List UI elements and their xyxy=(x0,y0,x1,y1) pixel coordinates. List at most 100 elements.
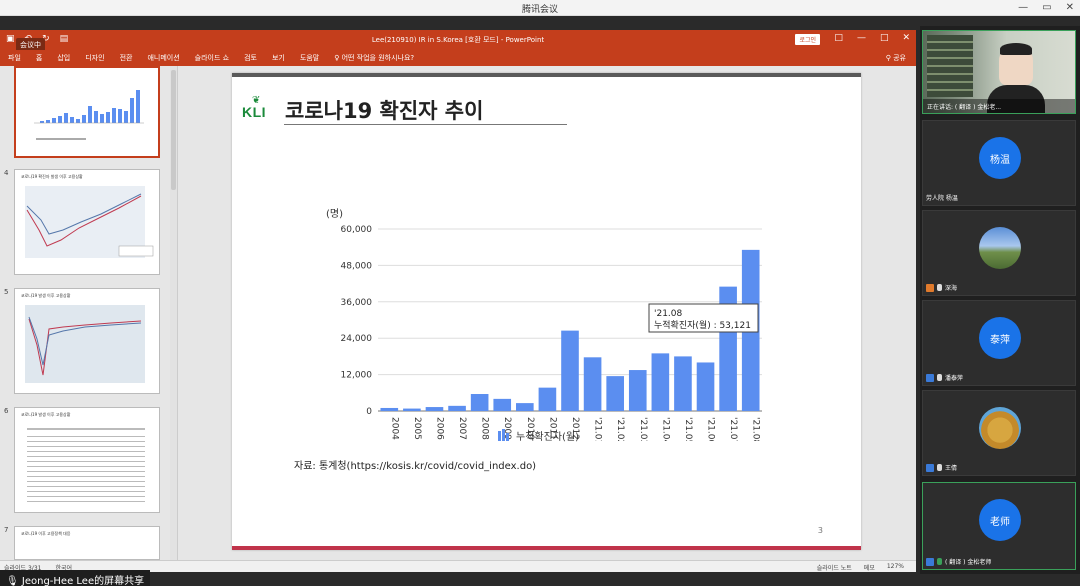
legend-label: 누적확진자(월) xyxy=(516,431,579,443)
thumbnail-slide-6[interactable]: 코로나19 발생 이후 고용상황 xyxy=(14,407,160,513)
tab-file[interactable]: 파일 xyxy=(8,53,21,63)
bar xyxy=(425,407,444,411)
tab-slideshow[interactable]: 슬라이드 쇼 xyxy=(195,53,229,63)
thumbnail-title-7: 코로나19 이후 고용정책 대응 xyxy=(21,531,71,536)
thumbnail-slide-4[interactable]: 코로나19 확진자 발생 이후 고용상황 xyxy=(14,169,160,275)
slide-page-number: 3 xyxy=(817,526,823,535)
y-tick-label: 48,000 xyxy=(341,261,373,271)
ribbon-display-icon[interactable]: □ xyxy=(834,33,843,43)
x-tick-label: '21.02 xyxy=(615,417,625,441)
y-tick-label: 60,000 xyxy=(341,225,373,235)
window-titlebar: 腾讯会议 — ▭ ✕ xyxy=(0,0,1080,16)
x-tick-label: '21.06 xyxy=(706,417,716,441)
participant-tile-5[interactable]: 老师 ( 翻译 ) 金松老师 xyxy=(922,482,1076,570)
bar xyxy=(493,398,512,411)
bookshelf-background xyxy=(927,35,973,97)
comments-button[interactable]: 메모 xyxy=(864,563,875,572)
tab-transitions[interactable]: 전환 xyxy=(120,53,133,63)
participant-avatar-5: 老师 xyxy=(979,499,1021,541)
chart-y-ticks: 0 12,000 24,000 36,000 48,000 60,000 xyxy=(341,225,373,417)
legend-bar-3 xyxy=(506,433,509,441)
share-label: 공유 xyxy=(893,54,906,62)
thumbnail-scroll-knob[interactable] xyxy=(171,70,176,190)
bar xyxy=(696,362,715,411)
confirmed-cases-chart: 0 12,000 24,000 36,000 48,000 60,000 2004 2005… xyxy=(326,208,762,441)
tab-design[interactable]: 디자인 xyxy=(85,53,104,63)
tell-me-label: 어떤 작업을 원하시나요? xyxy=(341,54,415,62)
tooltip-line2: 누적확진자(월) : 53,121 xyxy=(654,319,751,331)
bar xyxy=(606,376,624,411)
thumbnail-4-preview xyxy=(25,186,154,258)
maximize-button[interactable]: ▭ xyxy=(1042,2,1051,13)
participant-avatar-3: 泰萍 xyxy=(979,317,1021,359)
lightbulb-icon: ♀ xyxy=(334,54,342,62)
x-tick-label: 2007 xyxy=(457,417,467,440)
chart-tooltip: '21.08 누적확진자(월) : 53,121 xyxy=(648,303,759,333)
tab-help[interactable]: 도움말 xyxy=(300,53,319,63)
thumbnail-number-5: 5 xyxy=(4,288,9,296)
participant-row-3: 潘泰萍 xyxy=(926,373,963,382)
ppt-minimize-icon[interactable]: — xyxy=(857,33,866,43)
thumbnail-title-6: 코로나19 발생 이후 고용상황 xyxy=(21,412,71,417)
screen-share-label-text: Jeong-Hee Lee的屏幕共享 xyxy=(21,576,145,586)
thumbnail-scrollbar[interactable] xyxy=(170,66,177,560)
tab-view[interactable]: 보기 xyxy=(272,53,285,63)
bar xyxy=(628,370,647,411)
legend-bar-2 xyxy=(502,429,505,441)
bar xyxy=(561,330,579,411)
x-tick-label: '21.03 xyxy=(638,417,648,441)
user-icon xyxy=(926,463,934,472)
bar xyxy=(403,408,421,411)
bar xyxy=(516,403,534,411)
minimize-button[interactable]: — xyxy=(1018,2,1028,13)
participant-name-4: 王倩 xyxy=(945,465,958,472)
ppt-ribbon-tabs: 파일 홈 삽입 디자인 전환 애니메이션 슬라이드 쇼 검토 보기 도움말 ♀ … xyxy=(0,50,916,66)
speaker-hair xyxy=(1000,43,1032,55)
speaking-caption: 正在讲话: ( 翻译 ) 金松老... xyxy=(923,99,1075,113)
share-button[interactable]: ⚲ 공유 xyxy=(886,53,906,63)
thumbnail-slide-3[interactable] xyxy=(14,66,160,158)
user-icon xyxy=(926,557,934,566)
participant-name-3: 潘泰萍 xyxy=(945,375,964,382)
tab-animations[interactable]: 애니메이션 xyxy=(147,53,179,63)
title-underline xyxy=(284,124,567,125)
ppt-close-icon[interactable]: ✕ xyxy=(902,33,910,43)
participant-tile-1[interactable]: 杨温 劳人院 杨温 xyxy=(922,120,1076,206)
ppt-maximize-icon[interactable]: □ xyxy=(880,33,889,43)
mic-muted-icon xyxy=(937,284,942,291)
bar xyxy=(448,405,466,411)
ppt-window-controls: □ — □ ✕ xyxy=(834,33,910,43)
participant-row-5: ( 翻译 ) 金松老师 xyxy=(926,557,991,566)
user-icon xyxy=(926,373,934,382)
thumbnail-title-5: 코로나19 발생 이후 고용상황 xyxy=(21,293,71,298)
tab-review[interactable]: 검토 xyxy=(244,53,257,63)
x-tick-label: 2005 xyxy=(412,417,422,440)
x-tick-label: 2008 xyxy=(480,417,490,440)
tooltip-line1: '21.08 xyxy=(654,309,683,319)
thumbnail-number-6: 6 xyxy=(4,407,9,415)
participants-panel: 正在讲话: ( 翻译 ) 金松老... 杨温 劳人院 杨温 深海 泰萍 潘泰萍 … xyxy=(920,26,1080,574)
signin-button[interactable]: 로그인 xyxy=(795,34,820,45)
thumbnail-slide-7[interactable]: 코로나19 이후 고용정책 대응 xyxy=(14,526,160,560)
participant-tile-4[interactable]: 王倩 xyxy=(922,390,1076,476)
host-icon xyxy=(926,283,934,292)
close-button[interactable]: ✕ xyxy=(1066,2,1074,13)
participant-row-2: 深海 xyxy=(926,283,957,292)
slide-editor: ❦ KLI 코로나19 확진자 추이 0 12,000 24,000 36,000 48… xyxy=(178,66,916,560)
mic-icon: 🎙 xyxy=(6,576,19,586)
slide-source: 자료: 통계청(https://kosis.kr/covid/covid_ind… xyxy=(294,461,537,472)
current-slide[interactable]: ❦ KLI 코로나19 확진자 추이 0 12,000 24,000 36,000 48… xyxy=(232,73,861,550)
zoom-level[interactable]: 127% xyxy=(887,563,904,572)
window-title: 腾讯会议 xyxy=(521,5,558,15)
tab-home[interactable]: 홈 xyxy=(36,53,42,63)
slide-title: 코로나19 확진자 추이 xyxy=(285,99,484,123)
participant-tile-2[interactable]: 深海 xyxy=(922,210,1076,296)
active-speaker-video[interactable]: 正在讲话: ( 翻译 ) 金松老... xyxy=(922,30,1076,114)
tell-me-search[interactable]: ♀ 어떤 작업을 원하시나요? xyxy=(334,53,414,63)
ppt-document-title: Lee(210910) IR in S.Korea [호환 모드] - Powe… xyxy=(371,36,545,44)
notes-button[interactable]: 슬라이드 노트 xyxy=(817,563,852,572)
tab-insert[interactable]: 삽입 xyxy=(57,53,70,63)
participant-tile-3[interactable]: 泰萍 潘泰萍 xyxy=(922,300,1076,386)
thumbnail-slide-5[interactable]: 코로나19 발생 이후 고용상황 xyxy=(14,288,160,394)
kli-logo-text: KLI xyxy=(242,104,267,120)
